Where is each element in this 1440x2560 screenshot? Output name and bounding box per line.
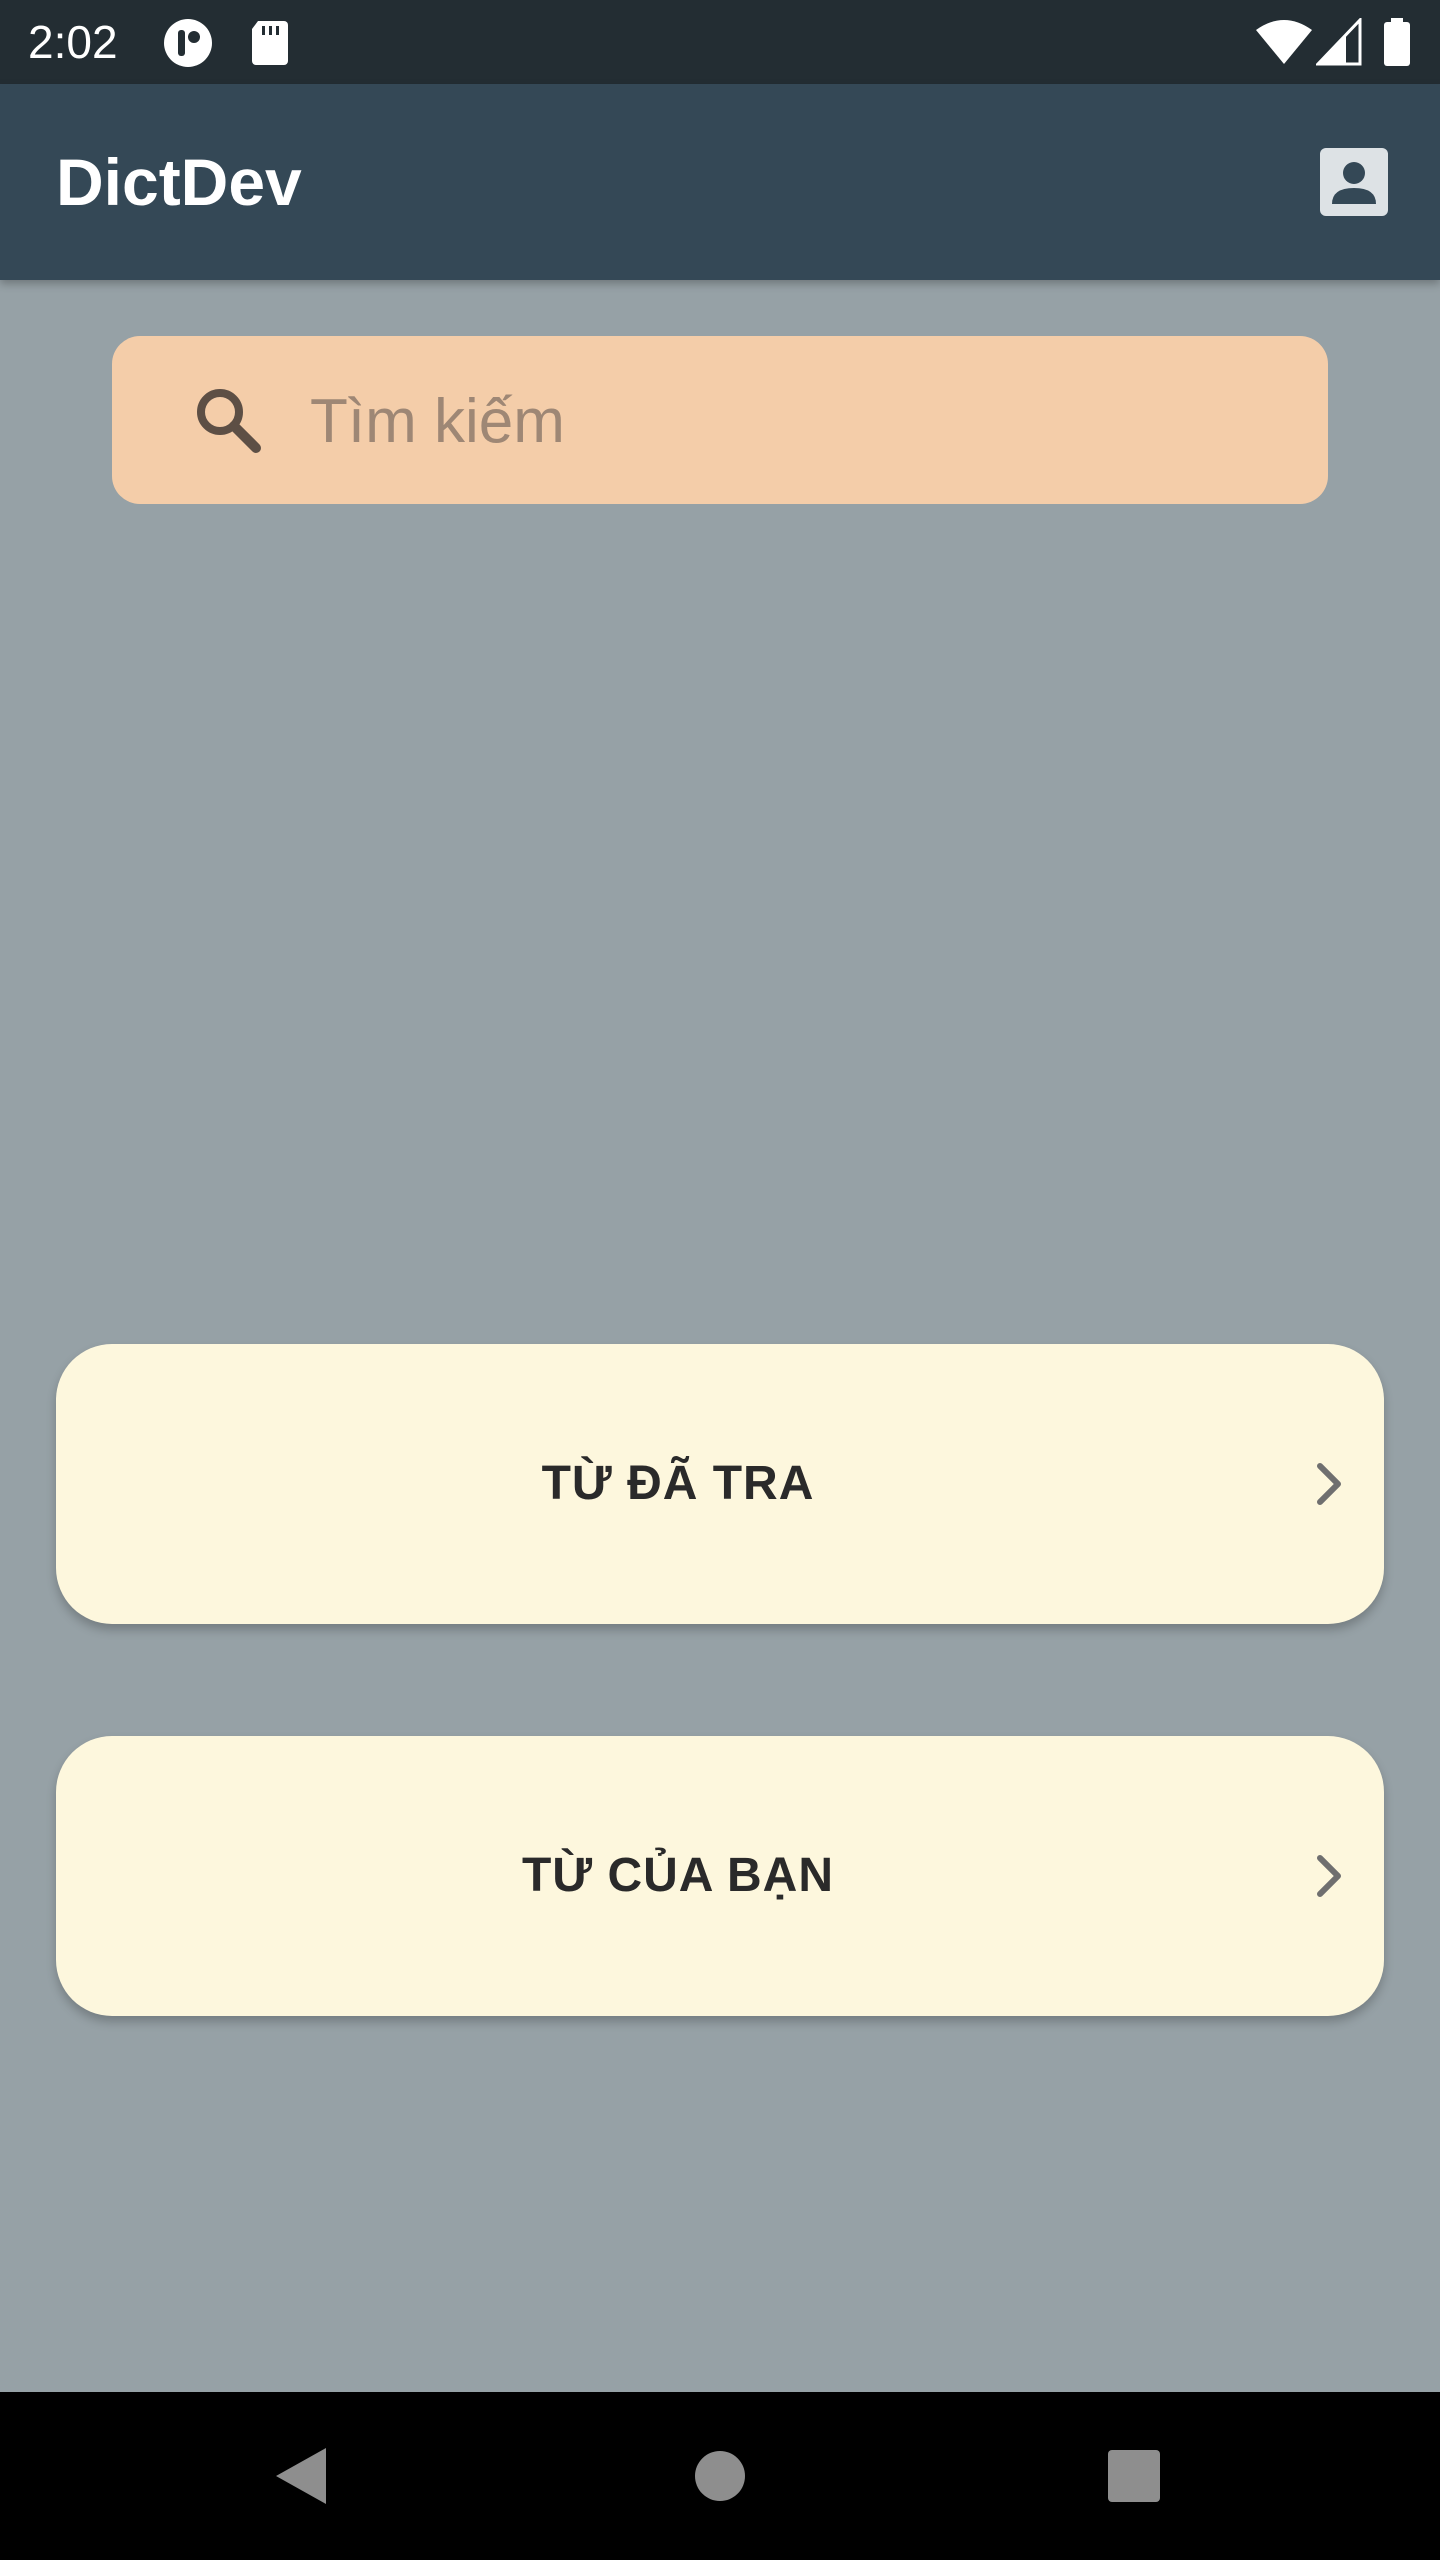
app-title: DictDev <box>56 145 302 219</box>
status-time: 2:02 <box>28 16 118 68</box>
your-words-label: TỪ CỦA BẠN <box>521 1849 834 1902</box>
cellular-signal-icon <box>1316 18 1362 66</box>
app-notification-icon <box>164 19 212 67</box>
dictdev-home-screen: 2:02 DictDev Tìm kiếm TỪ ĐÃ TRA TỪ CỦA B… <box>0 0 1440 2560</box>
your-words-card[interactable]: TỪ CỦA BẠN <box>56 1736 1384 2016</box>
search-bar[interactable] <box>112 336 1328 504</box>
history-words-card[interactable]: TỪ ĐÃ TRA <box>56 1344 1384 1624</box>
history-words-label: TỪ ĐÃ TRA <box>541 1457 815 1510</box>
app-bar: DictDev <box>0 84 1440 280</box>
system-nav-bar <box>0 2392 1440 2560</box>
sd-card-icon <box>252 21 288 65</box>
search-icon <box>197 389 261 453</box>
back-icon[interactable] <box>256 2430 348 2522</box>
battery-icon <box>1384 18 1410 66</box>
home-icon[interactable] <box>674 2430 766 2522</box>
account-box-icon[interactable] <box>1318 146 1390 218</box>
chevron-right-icon <box>1317 1855 1341 1897</box>
recents-icon[interactable] <box>1088 2430 1180 2522</box>
search-input[interactable] <box>308 376 1272 466</box>
chevron-right-icon <box>1317 1463 1341 1505</box>
wifi-icon <box>1256 20 1312 64</box>
status-bar: 2:02 <box>0 0 1440 84</box>
